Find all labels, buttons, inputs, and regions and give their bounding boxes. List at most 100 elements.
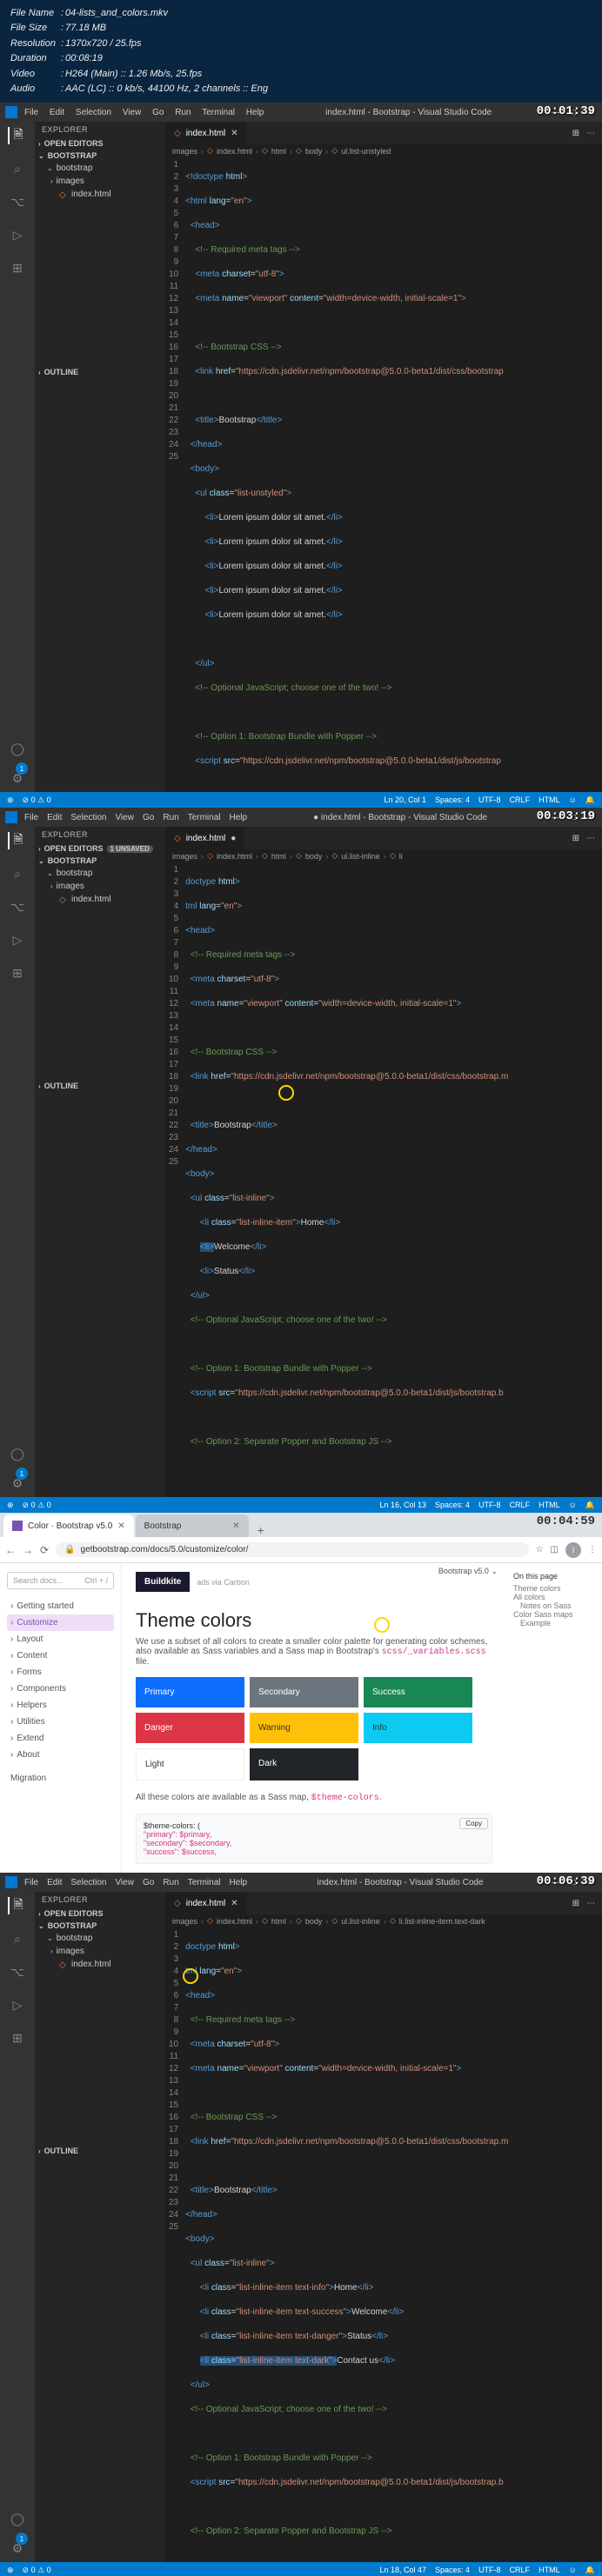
close-tab-icon[interactable]: ✕ [232,1521,239,1531]
search-icon[interactable]: ⌕ [9,1930,26,1947]
code-editor[interactable]: 1234567891011121314151617181920212223242… [165,157,602,792]
breadcrumb[interactable]: images› ◇index.html› ◇html› ◇body› ◇ul.l… [165,1914,602,1927]
tab-index-html[interactable]: ◇index.html✕ [165,122,248,144]
run-debug-icon[interactable]: ▷ [9,931,26,949]
split-editor-icon[interactable]: ⊞ [572,834,579,843]
code-editor[interactable]: 1234567891011121314151617181920212223242… [165,1927,602,2562]
more-icon[interactable]: ⋯ [586,129,595,138]
toc-item[interactable]: Example [513,1619,595,1627]
cursor-position[interactable]: Ln 20, Col 1 [384,795,426,805]
project-root[interactable]: ⌄BOOTSTRAP [35,855,165,867]
folder-bootstrap[interactable]: ⌄bootstrap [35,867,165,880]
breadcrumb[interactable]: images› ◇index.html› ◇html› ◇body› ◇ul.l… [165,144,602,157]
toc-item[interactable]: Color Sass maps [513,1610,595,1619]
project-root[interactable]: ⌄BOOTSTRAP [35,150,165,162]
feedback-icon[interactable]: ☺ [569,795,577,805]
eol[interactable]: CRLF [510,795,531,805]
indent[interactable]: Spaces: 4 [435,795,470,805]
docs-main: Bootstrap v5.0 ⌄ Buildkite ads via Carbo… [122,1563,506,1873]
bell-icon[interactable]: 🔔 [585,795,595,805]
forward-icon[interactable]: → [23,1544,33,1556]
encoding[interactable]: UTF-8 [478,795,501,805]
back-icon[interactable]: ← [5,1544,16,1556]
nav-getting-started[interactable]: › Getting started [7,1598,114,1614]
file-index-html[interactable]: ◇index.html [35,188,165,201]
menu-go[interactable]: Go [152,108,164,117]
nav-helpers[interactable]: › Helpers [7,1697,114,1714]
folder-images[interactable]: ›images [35,175,165,188]
explorer-icon[interactable]: 🗎 [8,832,25,849]
nav-about[interactable]: › About [7,1747,114,1763]
outline-section[interactable]: ›OUTLINE [35,366,165,378]
star-icon[interactable]: ☆ [536,1545,544,1554]
nav-components[interactable]: › Components [7,1681,114,1697]
reload-icon[interactable]: ⟳ [40,1544,49,1556]
explorer-icon[interactable]: 🗎 [8,1897,25,1914]
modified-dot-icon[interactable]: ● [231,834,236,843]
nav-customize[interactable]: › Customize [7,1614,114,1631]
tab-index-html[interactable]: ◇index.html● [165,827,245,849]
explorer-icon[interactable]: 🗎 [8,127,25,144]
open-editors-section[interactable]: ›OPEN EDITORS [35,137,165,150]
file-index-html[interactable]: ◇index.html [35,893,165,906]
split-editor-icon[interactable]: ⊞ [572,129,579,138]
account-icon[interactable]: ◯ [9,1445,26,1462]
menu-view[interactable]: View [123,108,142,117]
menu-selection[interactable]: Selection [76,108,111,117]
nav-content[interactable]: › Content [7,1647,114,1664]
search-icon[interactable]: ⌕ [9,865,26,882]
menu-run[interactable]: Run [175,108,191,117]
remote-icon[interactable]: ⊕ [7,795,14,805]
folder-images[interactable]: ›images [35,880,165,893]
extensions-icon[interactable]: ⊞ [9,964,26,982]
outline-section[interactable]: ›OUTLINE [35,1080,165,1092]
run-debug-icon[interactable]: ▷ [9,226,26,243]
toc-item[interactable]: Theme colors [513,1584,595,1593]
main-menu[interactable]: FileEditSelectionViewGoRunTerminalHelp [24,813,256,822]
new-tab-button[interactable]: + [251,1523,271,1537]
extensions-icon[interactable]: ⊞ [9,259,26,276]
tab-index-html[interactable]: ◇index.html✕ [165,1892,248,1914]
source-control-icon[interactable]: ⌥ [9,193,26,210]
code-editor[interactable]: 1234567891011121314151617181920212223242… [165,862,602,1497]
run-debug-icon[interactable]: ▷ [9,1996,26,2014]
errors-warnings[interactable]: ⊘ 0 ⚠ 0 [23,795,51,805]
nav-layout[interactable]: › Layout [7,1631,114,1647]
folder-bootstrap[interactable]: ⌄bootstrap [35,162,165,175]
nav-utilities[interactable]: › Utilities [7,1714,114,1730]
browser-tab[interactable]: Bootstrap✕ [136,1514,249,1537]
menu-icon[interactable]: ⋮ [588,1545,597,1554]
docs-search-input[interactable]: Search docs...Ctrl + / [7,1572,114,1589]
extensions-icon[interactable]: ⊞ [9,2029,26,2047]
source-control-icon[interactable]: ⌥ [9,1963,26,1980]
code-content[interactable]: <!doctype html> <html lang="en"> <head> … [185,159,602,792]
toc-item[interactable]: All colors [513,1593,595,1601]
nav-forms[interactable]: › Forms [7,1664,114,1681]
menu-file[interactable]: File [24,108,38,117]
open-editors-section[interactable]: ›OPEN EDITORS 1 UNSAVED [35,842,165,855]
close-tab-icon[interactable]: ✕ [231,129,237,138]
search-icon[interactable]: ⌕ [9,160,26,177]
main-menu[interactable]: File Edit Selection View Go Run Terminal… [24,108,272,117]
nav-extend[interactable]: › Extend [7,1730,114,1747]
close-tab-icon[interactable]: ✕ [117,1521,124,1531]
account-icon[interactable]: ◯ [9,2510,26,2527]
menu-edit[interactable]: Edit [50,108,64,117]
language[interactable]: HTML [538,795,560,805]
copy-button[interactable]: Copy [459,1818,488,1829]
window-title: ● index.html - Bootstrap - Visual Studio… [256,813,545,822]
source-control-icon[interactable]: ⌥ [9,898,26,915]
menu-terminal[interactable]: Terminal [202,108,235,117]
browser-tab-active[interactable]: Color · Bootstrap v5.0✕ [3,1514,134,1537]
extension-icon[interactable]: ◫ [551,1545,559,1554]
version-select[interactable]: Bootstrap v5.0 ⌄ [438,1567,498,1576]
breadcrumb[interactable]: images› ◇index.html› ◇html› ◇body› ◇ul.l… [165,849,602,862]
nav-migration[interactable]: Migration [7,1770,114,1787]
main-menu[interactable]: FileEditSelectionViewGoRunTerminalHelp [24,1878,256,1887]
avatar[interactable]: I [565,1542,581,1558]
url-input[interactable]: 🔒getbootstrap.com/docs/5.0/customize/col… [56,1542,529,1557]
menu-help[interactable]: Help [246,108,264,117]
account-icon[interactable]: ◯ [9,740,26,757]
more-icon[interactable]: ⋯ [586,834,595,843]
toc-item[interactable]: Notes on Sass [513,1601,595,1610]
